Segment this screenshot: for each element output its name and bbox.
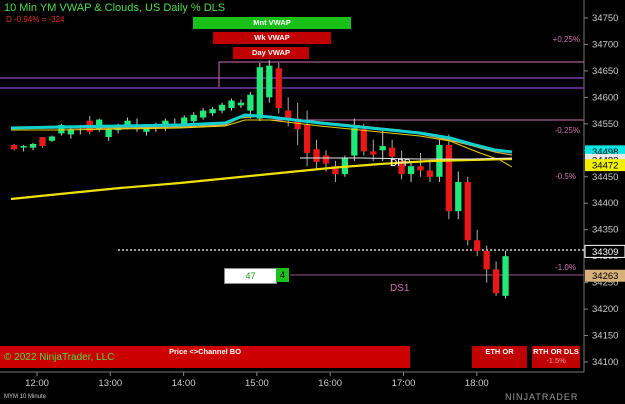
candle-body: [209, 109, 216, 114]
price-tick-label: 34400: [592, 198, 618, 209]
price-tick-label: 34150: [592, 331, 618, 342]
candle-body: [190, 114, 197, 122]
candle-body: [285, 110, 292, 119]
candle-body: [389, 147, 396, 157]
candle-body: [275, 68, 282, 108]
price-tick-label: 34450: [592, 172, 618, 183]
ninjatrader-watermark: NINJATRADER: [505, 392, 579, 402]
candle-body: [200, 110, 207, 118]
candle-body: [426, 170, 434, 177]
time-tick-label: 12:00: [25, 378, 49, 389]
candle-body: [237, 102, 245, 106]
candle-body: [266, 65, 273, 98]
candle-body: [351, 128, 358, 156]
pct-level-line: [218, 61, 584, 87]
daily-vwap-button[interactable]: Day VWAP: [233, 47, 309, 59]
time-tick-label: 13:00: [98, 378, 122, 389]
candle-body: [11, 145, 18, 150]
rth-or-label: RTH OR DLS: [533, 347, 579, 356]
rth-or-pct: -1.5%: [546, 356, 566, 365]
time-tick-label: 15:00: [245, 378, 269, 389]
copyright-text: © 2022 NinjaTrader, LLC: [4, 352, 115, 363]
time-tick-label: 16:00: [318, 378, 342, 389]
candle-body: [181, 117, 188, 124]
candle-body: [322, 155, 330, 164]
time-tick-label: 18:00: [465, 378, 489, 389]
eth-or-label: ETH OR: [485, 347, 514, 356]
candle-body: [370, 151, 377, 155]
ds1-label: DS1: [390, 283, 410, 294]
price-tick-label: 34650: [592, 66, 618, 77]
candle-body: [360, 129, 367, 152]
candle-body: [218, 104, 226, 111]
time-tick-label: 17:00: [392, 378, 416, 389]
candle-body: [313, 149, 320, 162]
price-tick-label: 34700: [592, 39, 618, 50]
price-chart[interactable]: 3475034700346503460034550345003445034400…: [0, 0, 625, 404]
price-tick-label: 34600: [592, 92, 618, 103]
candle-body: [29, 143, 37, 148]
dpp-label: DPP: [390, 158, 411, 169]
pct-level-label: -1.0%: [555, 263, 576, 272]
price-tick-label: 34100: [592, 357, 618, 368]
candle-body: [417, 166, 424, 171]
channel-bo-label: Price <>Channel BO: [168, 347, 242, 356]
price-marker-label: 34263: [592, 271, 618, 282]
instrument-label: MYM 10 Minute: [4, 394, 47, 400]
chart-title: 10 Min YM VWAP & Clouds, US Daily % DLS: [4, 2, 226, 14]
candle-body: [48, 136, 56, 141]
price-marker-label: 34309: [592, 247, 618, 258]
candle-body: [228, 100, 235, 108]
candle-body: [20, 146, 27, 148]
candle-body: [256, 67, 263, 119]
order-price-box[interactable]: 47: [224, 268, 277, 284]
price-tick-label: 34550: [592, 119, 618, 130]
daily-change: D -0.94% = -324: [6, 15, 65, 24]
candle-body: [105, 129, 112, 138]
price-tick-label: 34350: [592, 225, 618, 236]
price-marker-label: 34472: [592, 161, 618, 172]
candle-body: [464, 182, 471, 241]
monthly-vwap-button[interactable]: Mnt VWAP: [193, 17, 351, 29]
candle-body: [445, 145, 452, 212]
pct-level-label: -0.25%: [555, 126, 580, 135]
candle-body: [455, 182, 462, 212]
candle-body: [247, 94, 254, 111]
price-tick-label: 34750: [592, 13, 618, 24]
candle-body: [303, 124, 311, 153]
candle-body: [379, 146, 386, 151]
time-tick-label: 14:00: [172, 378, 196, 389]
price-tick-label: 34200: [592, 304, 618, 315]
candle-body: [492, 269, 500, 294]
pct-level-label: +0.25%: [553, 35, 580, 44]
order-count-box[interactable]: 4: [276, 268, 289, 282]
candle-body: [502, 256, 509, 296]
candle-body: [474, 240, 481, 251]
weekly-vwap-button[interactable]: Wk VWAP: [213, 32, 331, 44]
candle-body: [39, 137, 46, 147]
candle-body: [483, 250, 490, 270]
pct-level-label: -0.5%: [555, 172, 576, 181]
